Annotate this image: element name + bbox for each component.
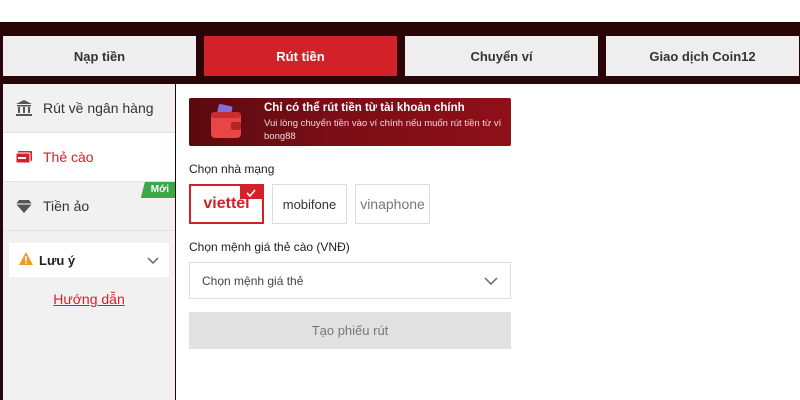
carrier-viettel[interactable]: viettel <box>189 184 264 224</box>
sidebar-item-crypto[interactable]: Tiền ảo Mới <box>3 182 175 231</box>
chevron-down-icon <box>147 253 159 268</box>
warning-icon <box>19 252 33 268</box>
amount-select[interactable]: Chọn mệnh giá thẻ <box>189 262 511 299</box>
mobifone-logo: mobifone <box>282 196 337 212</box>
carrier-options: viettel mobifone vinaphone <box>189 184 430 224</box>
tab-deposit[interactable]: Nạp tiền <box>3 36 196 76</box>
sidebar-item-label: Tiền ảo <box>43 198 90 214</box>
sidebar: Rút về ngân hàng Thẻ cào Tiền ảo Mới Lưu… <box>3 84 175 400</box>
create-withdraw-button[interactable]: Tạo phiếu rút <box>189 312 511 349</box>
top-margin <box>0 0 800 22</box>
sidebar-item-label: Rút về ngân hàng <box>43 100 154 116</box>
tab-withdraw[interactable]: Rút tiền <box>204 36 397 76</box>
banner-description: Vui lòng chuyển tiền vào ví chính nếu mu… <box>264 118 502 142</box>
main-panel: Chỉ có thể rút tiền từ tài khoản chính V… <box>176 84 800 400</box>
tab-coin12-transactions[interactable]: Giao dịch Coin12 <box>606 36 799 76</box>
carrier-mobifone[interactable]: mobifone <box>272 184 347 224</box>
carrier-label: Chọn nhà mạng <box>189 162 275 176</box>
card-icon <box>15 148 33 166</box>
carrier-vinaphone[interactable]: vinaphone <box>355 184 430 224</box>
diamond-icon <box>15 197 33 215</box>
amount-label: Chọn mệnh giá thẻ cào (VNĐ) <box>189 240 350 254</box>
chevron-down-icon <box>484 274 498 288</box>
sidebar-item-scratch-card[interactable]: Thẻ cào <box>3 133 175 182</box>
sidebar-item-label: Thẻ cào <box>43 149 94 165</box>
note-dropdown[interactable]: Lưu ý <box>9 243 169 277</box>
bank-icon <box>15 99 33 117</box>
note-label: Lưu ý <box>39 252 76 268</box>
amount-placeholder: Chọn mệnh giá thẻ <box>202 273 304 288</box>
vinaphone-logo: vinaphone <box>360 196 425 212</box>
info-banner: Chỉ có thể rút tiền từ tài khoản chính V… <box>189 98 511 146</box>
check-icon <box>240 186 262 199</box>
new-badge: Mới <box>140 182 175 198</box>
wallet-icon <box>211 104 241 138</box>
banner-title: Chỉ có thể rút tiền từ tài khoản chính <box>264 102 465 114</box>
guide-link[interactable]: Hướng dẫn <box>3 291 175 307</box>
sidebar-item-bank-withdraw[interactable]: Rút về ngân hàng <box>3 84 175 133</box>
tab-transfer-wallet[interactable]: Chuyển ví <box>405 36 598 76</box>
tab-bar: Nạp tiền Rút tiền Chuyển ví Giao dịch Co… <box>3 36 799 76</box>
